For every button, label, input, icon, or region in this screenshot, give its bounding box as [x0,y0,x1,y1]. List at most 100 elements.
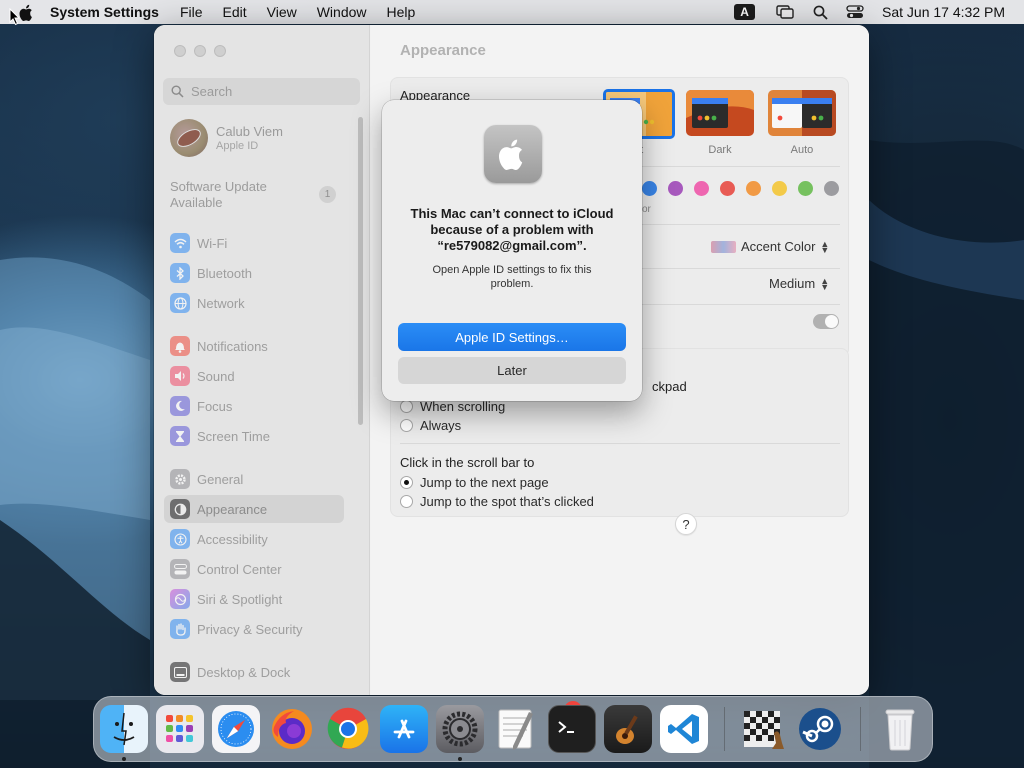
scroll-section-label-fragment: ckpad [652,379,687,394]
apple-id-settings-button[interactable]: Apple ID Settings… [398,323,626,351]
sidebar-item-desktop-dock[interactable]: Desktop & Dock [164,658,344,686]
user-name: Calub Viem [216,124,283,139]
radio-jump-next-page[interactable]: Jump to the next page [400,475,549,490]
highlight-color-popup[interactable]: Accent Color ▲ ▼ [711,239,829,254]
sidebar-item-label: Screen Time [197,428,270,444]
control-center-icon[interactable] [845,4,865,20]
dock-separator [724,707,725,751]
apple-id-account[interactable]: Calub Viem Apple ID [170,119,283,157]
highlight-popup-value: Accent Color [741,239,816,254]
radio-button [400,495,413,508]
sidebar-item-screen-time[interactable]: Screen Time [164,422,344,450]
hand-icon [170,619,190,639]
radio-jump-to-spot[interactable]: Jump to the spot that’s clicked [400,494,594,509]
bell-icon [170,336,190,356]
dark-mode-label: Dark [708,144,732,156]
sidebar-item-focus[interactable]: Focus [164,392,344,420]
menu-bar-clock[interactable]: Sat Jun 17 4:32 PM [882,4,1005,20]
page-title: Appearance [400,42,486,59]
later-button[interactable]: Later [398,357,626,384]
dark-mode-thumbnail[interactable] [686,90,754,136]
click-scroll-bar-label: Click in the scroll bar to [400,455,535,470]
firefox-icon[interactable] [268,705,316,753]
radio-when-scrolling[interactable]: When scrolling [400,399,505,414]
system-settings-icon[interactable] [436,705,484,753]
radio-button [400,400,413,413]
accent-color-red[interactable] [720,181,735,196]
radio-always[interactable]: Always [400,418,461,433]
software-update-item[interactable]: Software Update Available [170,179,267,211]
sidebar-scrollbar[interactable] [358,117,363,425]
radio-label: Jump to the next page [420,475,549,490]
apple-menu-icon[interactable] [19,4,35,21]
menu-window[interactable]: Window [317,4,367,20]
terminal-icon[interactable] [548,705,596,753]
mouse-cursor-icon [9,8,21,26]
menu-file[interactable]: File [180,4,203,20]
sidebar-icon-size-popup[interactable]: Medium ▲ ▼ [769,276,829,291]
minimize-window-button[interactable] [194,45,206,57]
menu-view[interactable]: View [267,4,297,20]
menu-help[interactable]: Help [387,4,416,20]
icon-size-value: Medium [769,276,816,291]
software-update-label: Software Update [170,179,267,194]
alert-title: This Mac can’t connect to iCloud because… [410,206,614,253]
sidebar-item-accessibility[interactable]: Accessibility [164,525,344,553]
sidebar-item-notifications[interactable]: Notifications [164,332,344,360]
sidebar-item-privacy-security[interactable]: Privacy & Security [164,615,344,643]
chess-icon[interactable] [740,705,788,753]
sidebar-item-sound[interactable]: Sound [164,362,344,390]
sidebar-item-network[interactable]: Network [164,289,344,317]
help-button[interactable]: ? [675,513,697,535]
finder-icon[interactable] [100,705,148,753]
sidebar-item-label: Control Center [197,561,282,577]
steam-icon[interactable] [796,705,844,753]
accent-color-purple[interactable] [668,181,683,196]
garageband-icon[interactable] [604,705,652,753]
input-source-indicator[interactable]: A [734,4,756,20]
sidebar-item-control-center[interactable]: Control Center [164,555,344,583]
accent-color-orange[interactable] [746,181,761,196]
icloud-alert-dialog: This Mac can’t connect to iCloud because… [382,100,642,401]
sidebar-item-label: Appearance [197,501,268,517]
sidebar-search-field[interactable]: Search [163,78,360,105]
sidebar-item-label: Notifications [197,338,268,354]
spotlight-search-icon[interactable] [810,4,830,20]
accent-color-blue[interactable] [642,181,657,196]
auto-mode-label: Auto [790,144,814,156]
sidebar-item-wifi[interactable]: Wi-Fi [164,229,344,257]
accent-caption: or [642,204,651,215]
accent-color-green[interactable] [798,181,813,196]
accent-color-yellow[interactable] [772,181,787,196]
app-store-icon[interactable] [380,705,428,753]
running-indicator [122,757,126,761]
sidebar-item-bluetooth[interactable]: Bluetooth [164,259,344,287]
sidebar-item-siri-spotlight[interactable]: Siri & Spotlight [164,585,344,613]
launchpad-icon[interactable] [156,705,204,753]
radio-label: Jump to the spot that’s clicked [420,494,594,509]
divider [400,443,840,444]
auto-mode-thumbnail[interactable] [768,90,836,136]
sidebar-item-label: Wi-Fi [197,235,228,251]
wallpaper-tinting-toggle[interactable] [813,314,839,329]
speaker-icon [170,366,190,386]
accent-color-graphite[interactable] [824,181,839,196]
trash-icon[interactable] [876,705,924,753]
screen-mirroring-icon[interactable] [775,4,795,20]
sidebar-item-general[interactable]: General [164,465,344,493]
accessibility-icon [170,529,190,549]
chrome-icon[interactable] [324,705,372,753]
menu-edit[interactable]: Edit [223,4,247,20]
wifi-icon [170,233,190,253]
search-icon [171,85,184,98]
chevron-updown-icon: ▲ ▼ [820,238,830,255]
app-name-menu[interactable]: System Settings [50,4,159,20]
close-window-button[interactable] [174,45,186,57]
zoom-window-button[interactable] [214,45,226,57]
sidebar-item-label: Sound [197,368,235,384]
textedit-icon[interactable] [492,705,540,753]
sidebar-item-appearance[interactable]: Appearance [164,495,344,523]
vscode-icon[interactable] [660,705,708,753]
safari-icon[interactable] [212,705,260,753]
accent-color-pink[interactable] [694,181,709,196]
